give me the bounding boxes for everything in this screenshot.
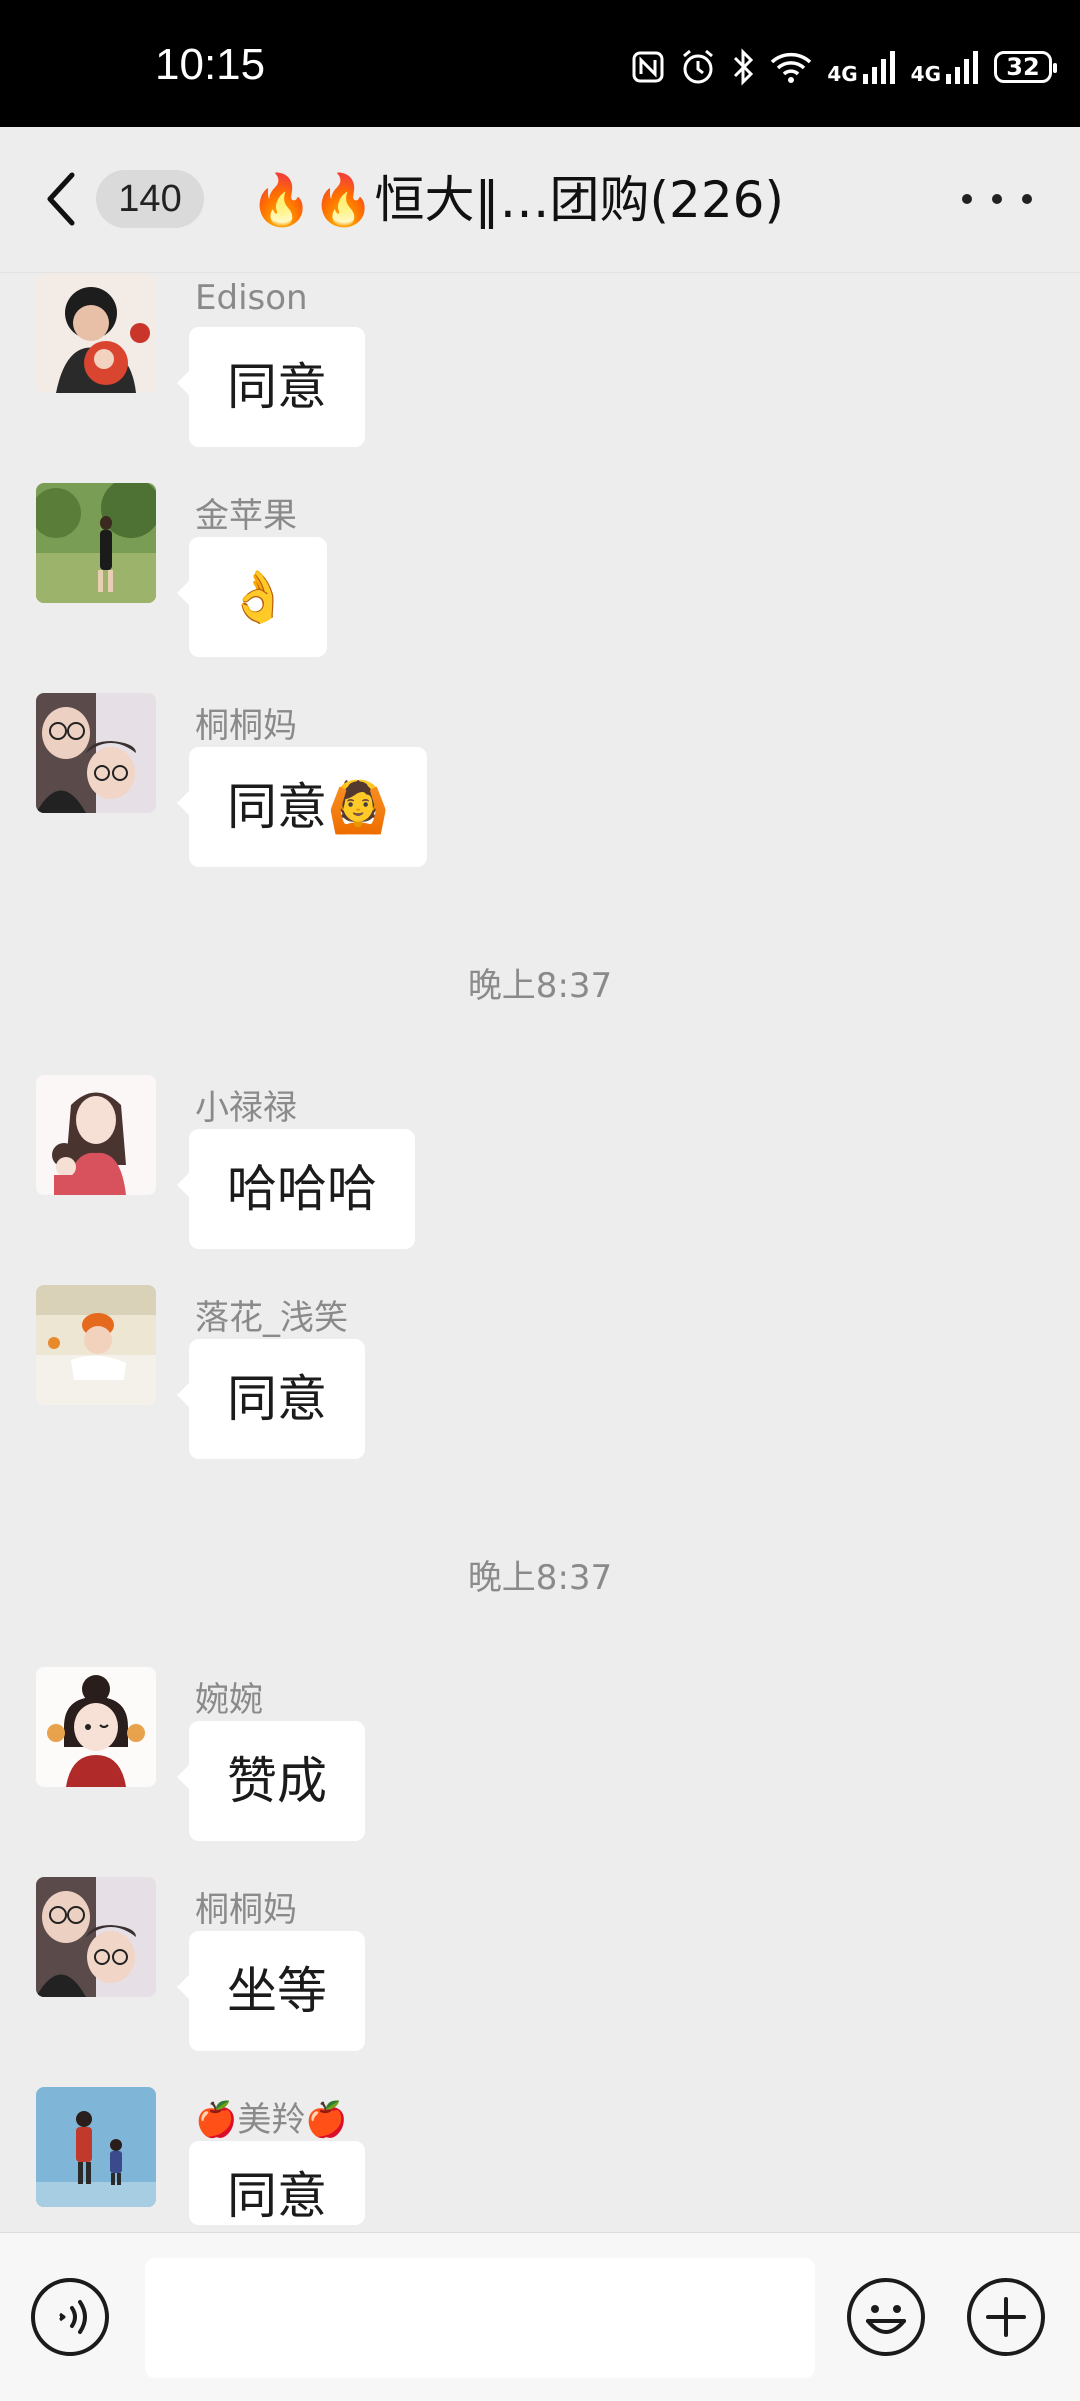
message-bubble[interactable]: 同意🙆 [176, 747, 428, 867]
message-bubble[interactable]: 坐等 [177, 1931, 365, 2051]
more-dots-icon[interactable] [962, 187, 1032, 211]
emoji-icon[interactable] [846, 2277, 926, 2357]
unread-count-badge[interactable]: 140 [96, 170, 204, 228]
sender-name: 金苹果 [195, 496, 297, 536]
avatar[interactable] [36, 1075, 156, 1195]
sender-name: 小禄禄 [195, 1088, 297, 1128]
avatar[interactable] [36, 273, 156, 393]
plus-icon[interactable] [966, 2277, 1046, 2357]
sender-name: 🍎美羚🍎 [195, 2100, 348, 2140]
chevron-left-icon[interactable] [42, 169, 82, 229]
voice-icon[interactable] [30, 2277, 110, 2357]
message-bubble[interactable]: 同意 [177, 327, 365, 447]
bluetooth-icon [734, 48, 754, 86]
sender-name: 桐桐妈 [195, 1890, 297, 1930]
battery-indicator: 32 [994, 51, 1057, 83]
avatar[interactable] [36, 1877, 156, 1997]
status-time: 10:15 [155, 40, 266, 89]
message-bubble[interactable]: 赞成 [177, 1721, 365, 1841]
avatar[interactable] [36, 483, 156, 603]
message-bubble[interactable]: 同意 [177, 1339, 365, 1459]
message-input[interactable] [145, 2258, 815, 2378]
status-icons: 4G 4G 32 [631, 48, 1057, 86]
time-separator: 晚上8:37 [467, 1558, 613, 1598]
message-bubble[interactable]: 哈哈哈 [177, 1129, 415, 1249]
avatar[interactable] [36, 1285, 156, 1405]
sender-name: 落花_浅笑 [195, 1298, 348, 1338]
signal-4g-2: 4G [911, 50, 980, 84]
avatar[interactable] [36, 1667, 156, 1787]
chat-header: 140 🔥🔥恒大‖…团购(226) [0, 127, 1080, 273]
avatar[interactable] [36, 693, 156, 813]
sender-name: 婉婉 [195, 1680, 263, 1720]
wifi-icon [771, 52, 812, 83]
message-bubble[interactable]: 👌 [176, 537, 328, 657]
signal-4g-1: 4G [827, 50, 896, 84]
sender-name: 桐桐妈 [195, 706, 297, 746]
alarm-icon [683, 49, 714, 84]
chat-input-bar [0, 2232, 1080, 2401]
status-bar: 10:15 4G 4G 32 [0, 0, 1080, 127]
nfc-icon [632, 51, 664, 83]
chat-title[interactable]: 🔥🔥恒大‖…团购(226) [250, 165, 850, 235]
avatar[interactable] [36, 2087, 156, 2207]
sender-name: Edison [195, 278, 308, 318]
message-bubble[interactable]: 同意 [189, 2141, 365, 2225]
time-separator: 晚上8:37 [467, 966, 613, 1006]
